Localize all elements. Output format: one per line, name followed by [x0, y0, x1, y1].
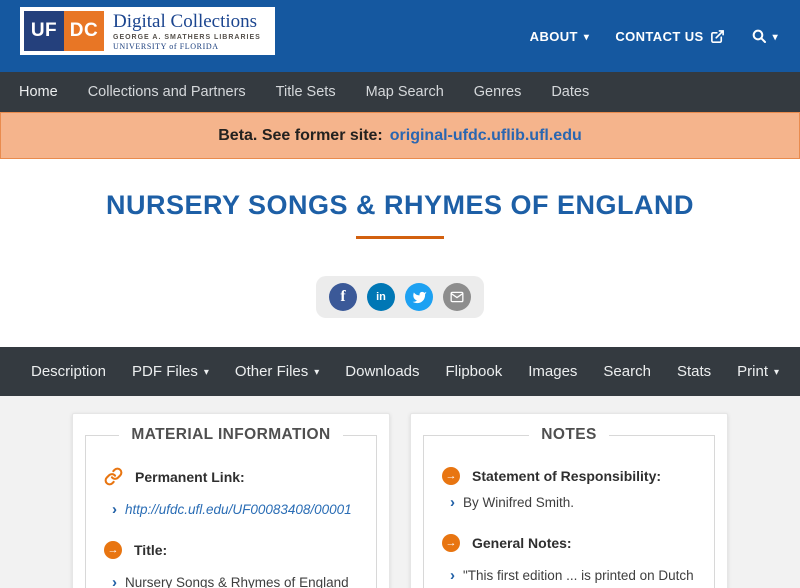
toolbar-downloads[interactable]: Downloads — [332, 363, 432, 380]
title-label: Title: — [134, 542, 168, 558]
main-nav: Home Collections and Partners Title Sets… — [0, 72, 800, 112]
general-notes-value-row: › "This first edition ... is printed on … — [450, 566, 700, 588]
toolbar-send[interactable]: Send — [792, 363, 800, 380]
beta-banner: Beta. See former site: original-ufdc.ufl… — [0, 112, 800, 159]
general-notes-label: General Notes: — [472, 535, 572, 551]
material-information-panel: MATERIAL INFORMATION Permanent Link: › h… — [72, 413, 390, 588]
twitter-icon[interactable] — [405, 283, 433, 311]
title-value-row: › Nursery Songs & Rhymes of England — [112, 573, 362, 588]
linkedin-icon[interactable]: in — [367, 283, 395, 311]
material-information-legend: MATERIAL INFORMATION — [131, 426, 331, 443]
statement-of-responsibility-value-row: › By Winifred Smith. — [450, 493, 700, 513]
permanent-link-label: Permanent Link: — [135, 468, 245, 485]
chevron-down-icon: ▾ — [773, 367, 780, 378]
logo-text: Digital Collections GEORGE A. SMATHERS L… — [104, 11, 271, 51]
toolbar-stats[interactable]: Stats — [664, 363, 724, 380]
beta-banner-text: Beta. See former site: — [218, 126, 383, 144]
title-section: NURSERY SONGS & RHYMES OF ENGLAND f in — [0, 159, 800, 347]
arrow-right-icon: → — [104, 541, 122, 559]
metadata-section: MATERIAL INFORMATION Permanent Link: › h… — [0, 396, 800, 588]
contact-us-link[interactable]: CONTACT US — [615, 29, 724, 44]
chevron-down-icon: ▾ — [314, 367, 320, 378]
former-site-link[interactable]: original-ufdc.uflib.ufl.edu — [390, 127, 582, 145]
toolbar-images[interactable]: Images — [515, 363, 590, 380]
item-toolbar: Description PDF Files ▾ Other Files ▾ Down… — [0, 347, 800, 396]
permanent-link[interactable]: http://ufdc.ufl.edu/UF00083408/00001 — [125, 500, 352, 520]
twitter-bird-icon — [412, 291, 426, 303]
chevron-right-icon: › — [112, 574, 117, 588]
external-link-icon — [710, 29, 724, 43]
logo-subtitle-libraries: GEORGE A. SMATHERS LIBRARIES — [113, 33, 261, 41]
email-icon[interactable] — [443, 283, 471, 311]
chevron-right-icon: › — [450, 567, 455, 584]
search-icon — [752, 29, 766, 43]
chevron-down-icon: ▾ — [583, 31, 590, 43]
nav-item-home[interactable]: Home — [4, 84, 73, 100]
logo-subtitle-university: UNIVERSITY of FLORIDA — [113, 41, 219, 51]
toolbar-print-menu[interactable]: Print ▾ — [724, 363, 792, 380]
social-share-bar: f in — [316, 276, 484, 318]
chevron-down-icon: ▾ — [772, 31, 778, 43]
arrow-right-icon: → — [442, 534, 460, 552]
nav-item-title-sets[interactable]: Title Sets — [261, 84, 351, 100]
dc-logo-tile: DC — [64, 11, 104, 51]
nav-item-map-search[interactable]: Map Search — [351, 84, 459, 100]
toolbar-pdf-files-menu[interactable]: PDF Files ▾ — [119, 363, 222, 380]
statement-of-responsibility-value: By Winifred Smith. — [463, 495, 575, 510]
title-value: Nursery Songs & Rhymes of England — [125, 575, 349, 588]
notes-legend: NOTES — [541, 426, 597, 443]
contact-us-label: CONTACT US — [615, 28, 704, 44]
ufdc-logo[interactable]: UF DC Digital Collections GEORGE A. SMAT… — [20, 7, 275, 55]
notes-panel: NOTES → Statement of Responsibility: › B… — [410, 413, 728, 588]
material-information-fieldset: MATERIAL INFORMATION Permanent Link: › h… — [85, 426, 377, 588]
toolbar-right-group: Stats Print▾ Send — [664, 363, 800, 380]
permanent-link-label-row: Permanent Link: — [104, 467, 360, 486]
toolbar-search[interactable]: Search — [590, 363, 664, 380]
title-label-row: → Title: — [104, 541, 360, 559]
arrow-right-icon: → — [442, 467, 460, 485]
nav-item-dates[interactable]: Dates — [536, 84, 604, 100]
statement-of-responsibility-label-row: → Statement of Responsibility: — [442, 467, 698, 485]
general-notes-value: "This first edition ... is printed on Du… — [463, 568, 694, 583]
facebook-icon[interactable]: f — [329, 283, 357, 311]
about-menu[interactable]: ABOUT ▾ — [530, 29, 590, 44]
general-notes-label-row: → General Notes: — [442, 534, 698, 552]
logo-title: Digital Collections — [113, 10, 258, 32]
chevron-down-icon: ▾ — [203, 367, 209, 378]
toolbar-left-group: Description PDF Files ▾ Other Files ▾ Down… — [18, 363, 664, 380]
toolbar-other-files-menu[interactable]: Other Files ▾ — [222, 363, 332, 380]
toolbar-description[interactable]: Description — [18, 363, 119, 380]
nav-item-genres[interactable]: Genres — [459, 84, 537, 100]
about-label: ABOUT — [529, 28, 578, 44]
permalink-chain-icon — [104, 467, 123, 486]
site-header: UF DC Digital Collections GEORGE A. SMAT… — [0, 0, 800, 72]
permanent-link-row: › http://ufdc.ufl.edu/UF00083408/00001 — [112, 500, 362, 520]
page: UF DC Digital Collections GEORGE A. SMAT… — [0, 0, 800, 588]
header-utilities: ABOUT ▾ CONTACT US ▾ — [530, 28, 778, 44]
toolbar-flipbook[interactable]: Flipbook — [433, 363, 516, 380]
page-title: NURSERY SONGS & RHYMES OF ENGLAND — [105, 190, 695, 220]
chevron-right-icon: › — [112, 501, 117, 518]
envelope-icon — [450, 291, 464, 303]
notes-fieldset: NOTES → Statement of Responsibility: › B… — [423, 426, 715, 588]
chevron-right-icon: › — [450, 494, 455, 511]
search-menu[interactable]: ▾ — [751, 28, 778, 44]
statement-of-responsibility-label: Statement of Responsibility: — [472, 468, 662, 484]
uf-logo-tile: UF — [24, 11, 64, 51]
nav-item-collections-and-partners[interactable]: Collections and Partners — [73, 84, 261, 100]
